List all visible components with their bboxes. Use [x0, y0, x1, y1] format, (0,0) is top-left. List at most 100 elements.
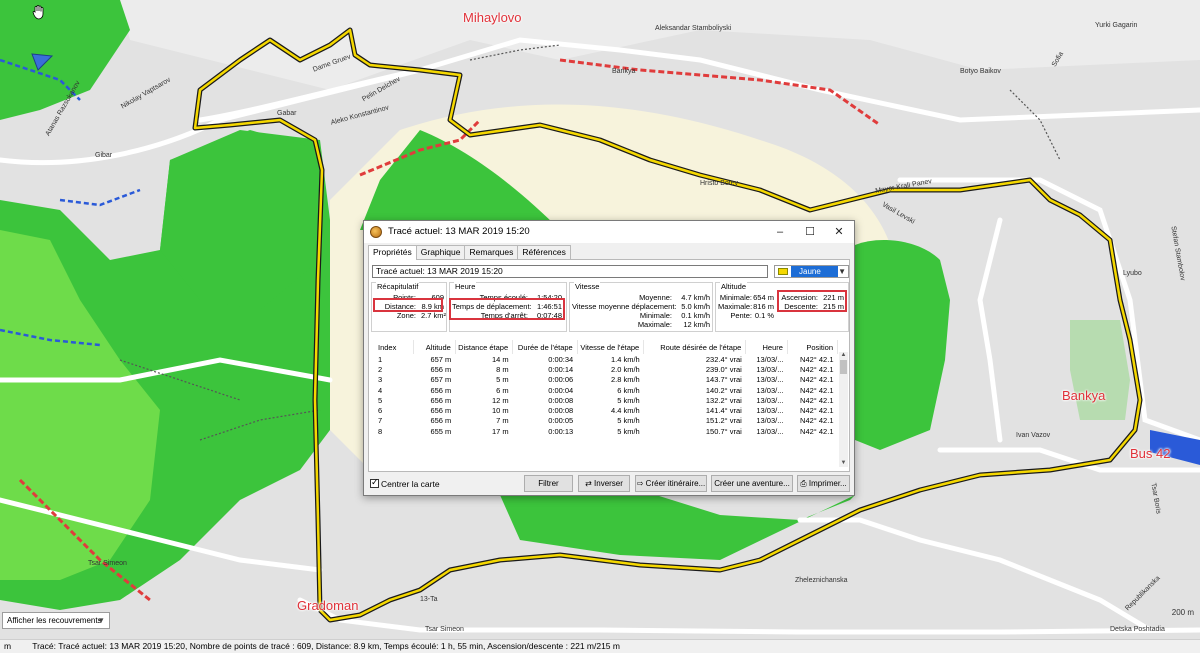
invert-button[interactable]: ⇄ Inverser	[578, 475, 630, 492]
street-label: Ivan Vazov	[1016, 432, 1051, 439]
min-speed-value: 0.1 km/h	[681, 311, 710, 320]
dialog-titlebar[interactable]: Tracé actuel: 13 MAR 2019 15:20 – ☐ ✕	[364, 221, 854, 243]
street-label: Tsar Simeon	[425, 626, 464, 633]
tab-graph[interactable]: Graphique	[415, 245, 466, 259]
table-cell: 2	[378, 364, 383, 374]
street-label: Gabar	[277, 110, 297, 117]
table-cell: 657 m	[430, 354, 452, 364]
table-cell: 17 m	[491, 426, 509, 436]
create-route-button[interactable]: ⇨ Créer itinéraire...	[635, 475, 707, 492]
tab-remarks[interactable]: Remarques	[464, 245, 519, 259]
pan-hand-icon[interactable]	[32, 4, 46, 20]
tab-references[interactable]: Références	[517, 245, 571, 259]
table-cell: 5	[378, 395, 383, 405]
map-scale: 200 m	[1171, 608, 1194, 617]
table-cell: 4.4 km/h	[610, 406, 640, 416]
table-row[interactable]: 5 656 m 12 m 0:00:08 5 km/h 132.2° vrai 13/03/…	[372, 395, 838, 405]
table-cell: 13/03/...	[756, 385, 784, 395]
street-label: Gibar	[95, 152, 113, 159]
max-speed-label: Maximale:	[637, 320, 672, 329]
scroll-down-icon[interactable]: ▼	[840, 460, 847, 467]
table-cell: 13/03/...	[756, 375, 784, 385]
table-cell: 232.4° vrai	[705, 354, 742, 364]
speed-group: Vitesse Moyenne: 4.7 km/h Vitesse moyenn…	[569, 282, 713, 332]
create-route-label: Créer itinéraire...	[645, 479, 706, 488]
overlay-select[interactable]: Afficher les recouvrements ▼	[2, 612, 110, 629]
table-row[interactable]: 2 656 m 8 m 0:00:14 2.0 km/h 239.0° vrai 13/03…	[372, 364, 838, 374]
highlight-box	[449, 298, 565, 320]
zone-value: 2.7 km²	[420, 311, 446, 320]
minimize-button[interactable]: –	[766, 221, 794, 243]
table-cell: 13/03/...	[756, 354, 784, 364]
track-points-table[interactable]: Index Altitude Distance étape Durée de l…	[372, 340, 839, 436]
maximize-button[interactable]: ☐	[796, 221, 824, 243]
street-label: Bankya	[612, 68, 636, 75]
table-cell: 14 m	[491, 354, 509, 364]
scroll-thumb[interactable]	[840, 360, 847, 374]
table-cell: 143.7° vrai	[705, 375, 742, 385]
street-label: Tsar Simeon	[88, 560, 127, 567]
table-cell: 656 m	[430, 406, 452, 416]
invert-icon: ⇄	[585, 479, 595, 488]
table-row[interactable]: 6 656 m 10 m 0:00:08 4.4 km/h 141.4° vrai 13/0…	[372, 405, 838, 415]
column-header[interactable]: Route désirée de l'étape	[643, 340, 747, 354]
column-header[interactable]: Distance étape	[455, 340, 514, 354]
place-label[interactable]: Bankya	[1062, 388, 1105, 403]
table-scrollbar[interactable]: ▲ ▼	[839, 352, 848, 467]
table-cell: 657 m	[430, 375, 452, 385]
overlay-select-value: Afficher les recouvrements	[7, 616, 102, 625]
invert-button-label: Inverser	[594, 479, 623, 488]
column-header[interactable]: Vitesse de l'étape	[577, 340, 645, 354]
dialog-title: Tracé actuel: 13 MAR 2019 15:20	[388, 226, 530, 237]
street-label: 13-Ta	[420, 596, 438, 603]
column-header[interactable]: Altitude	[413, 340, 456, 354]
track-name-input[interactable]: Tracé actuel: 13 MAR 2019 15:20	[372, 265, 768, 278]
bus-stop-label[interactable]: Bus 42	[1130, 446, 1170, 461]
table-cell: N42° 42.1	[800, 385, 834, 395]
table-cell: 2.8 km/h	[610, 375, 640, 385]
moving-avg-speed-label: Vitesse moyenne déplacement:	[572, 302, 677, 311]
table-cell: 239.0° vrai	[705, 364, 742, 374]
close-button[interactable]: ✕	[825, 221, 853, 243]
table-row[interactable]: 1 657 m 14 m 0:00:34 1.4 km/h 232.4° vrai 13/0…	[372, 354, 838, 364]
table-cell: 6 km/h	[617, 385, 640, 395]
max-speed-value: 12 km/h	[683, 320, 710, 329]
track-color-select[interactable]: Jaune ▼	[774, 265, 849, 278]
column-header[interactable]: Position	[787, 340, 839, 354]
table-cell: 5 km/h	[617, 416, 640, 426]
avg-speed-label: Moyenne:	[639, 293, 672, 302]
status-unit: m	[4, 641, 12, 651]
dialog-tabs: Propriétés Graphique Remarques Référence…	[368, 245, 571, 260]
place-label[interactable]: Gradoman	[297, 598, 358, 613]
filter-button[interactable]: Filtrer	[524, 475, 573, 492]
table-cell: N42° 42.1	[800, 416, 834, 426]
table-cell: 8 m	[496, 364, 509, 374]
scroll-up-icon[interactable]: ▲	[840, 352, 847, 359]
table-cell: 141.4° vrai	[705, 406, 742, 416]
chevron-down-icon: ▼	[838, 267, 846, 276]
table-cell: N42° 42.1	[800, 364, 834, 374]
table-cell: 7	[378, 416, 383, 426]
tab-properties[interactable]: Propriétés	[368, 245, 417, 260]
table-cell: 0:00:04	[548, 385, 574, 395]
table-row[interactable]: 3 657 m 5 m 0:00:06 2.8 km/h 143.7° vrai 13/03…	[372, 375, 838, 385]
create-adventure-button[interactable]: Créer une aventure...	[711, 475, 793, 492]
table-cell: 5 m	[496, 375, 509, 385]
column-header[interactable]: Durée de l'étape	[512, 340, 578, 354]
print-button[interactable]: ⎙ Imprimer...	[797, 475, 850, 492]
table-row[interactable]: 7 656 m 7 m 0:00:05 5 km/h 151.2° vrai 13/03/.…	[372, 416, 838, 426]
column-header[interactable]: Heure	[745, 340, 788, 354]
street-label: Detska Poshtadia	[1110, 626, 1165, 633]
table-body: 1 657 m 14 m 0:00:34 1.4 km/h 232.4° vrai 13/0…	[372, 354, 838, 436]
avg-speed-value: 4.7 km/h	[681, 293, 710, 302]
checkbox-checked-icon[interactable]	[370, 477, 379, 488]
place-label[interactable]: Mihaylovo	[463, 10, 522, 25]
table-row[interactable]: 8 655 m 17 m 0:00:13 5 km/h 150.7° vrai 13/03/…	[372, 426, 838, 436]
table-cell: 0:00:08	[548, 395, 574, 405]
table-row[interactable]: 4 656 m 6 m 0:00:04 6 km/h 140.2° vrai 13/03/.…	[372, 385, 838, 395]
column-header[interactable]: Index	[372, 340, 415, 354]
center-map-checkbox[interactable]: Centrer la carte	[370, 477, 440, 489]
slope-value: 0.1 %	[754, 311, 774, 320]
highlight-box	[373, 298, 443, 312]
min-altitude-label: Minimale:	[719, 293, 752, 302]
